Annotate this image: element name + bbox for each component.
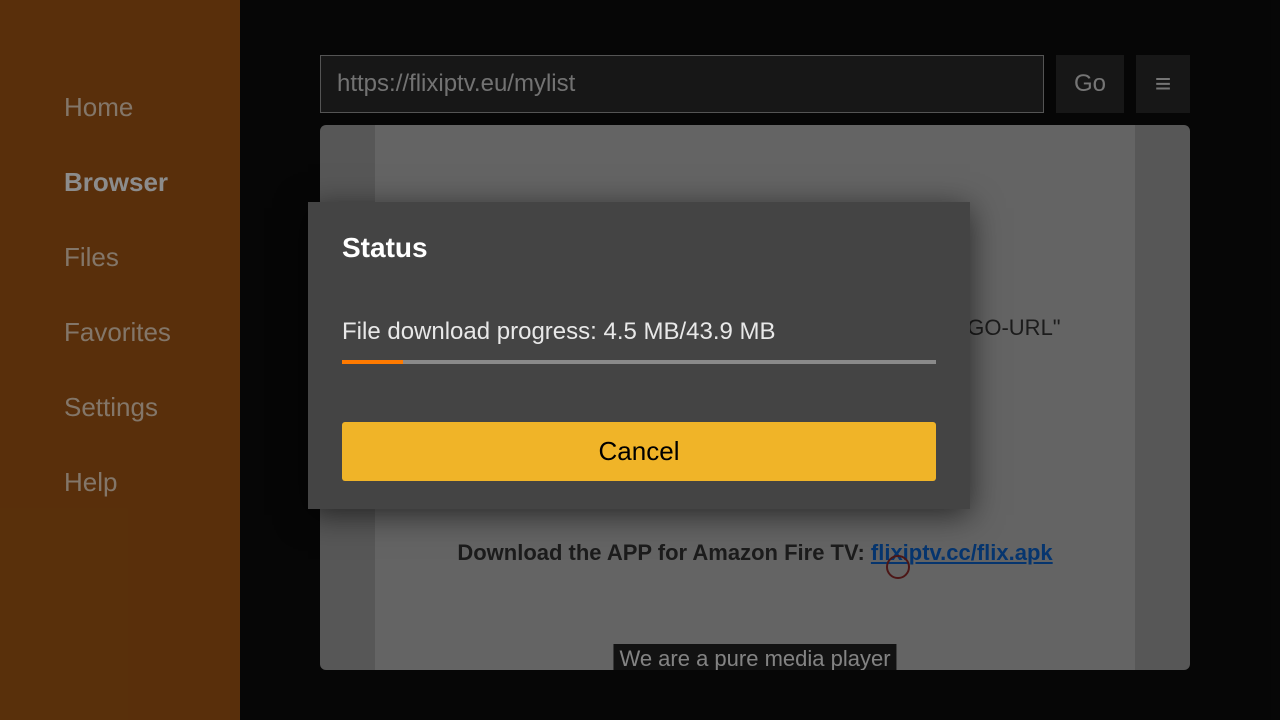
dialog-title: Status	[342, 232, 936, 264]
progress-prefix: File download progress:	[342, 318, 603, 345]
status-dialog: Status File download progress: 4.5 MB/43…	[308, 202, 970, 509]
progress-total: 43.9 MB	[686, 318, 775, 345]
progress-bar	[342, 360, 936, 364]
progress-bar-fill	[342, 360, 403, 364]
progress-downloaded: 4.5 MB	[603, 318, 679, 345]
cancel-button[interactable]: Cancel	[342, 422, 936, 481]
dialog-body: File download progress: 4.5 MB/43.9 MB	[342, 318, 936, 346]
